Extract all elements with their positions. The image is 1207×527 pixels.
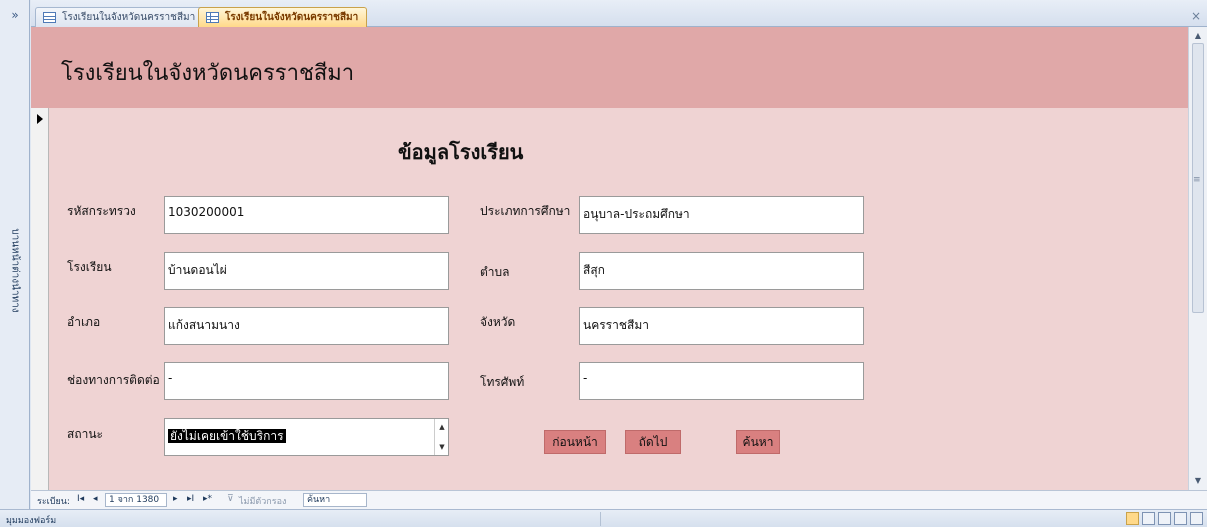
- form-icon: [206, 12, 219, 23]
- tab-table-schools[interactable]: โรงเรียนในจังหวัดนครราชสีมา: [35, 7, 205, 27]
- search-button[interactable]: ค้นหา: [736, 430, 780, 454]
- close-tab-button[interactable]: ×: [1191, 9, 1201, 23]
- contact-field[interactable]: -: [164, 362, 449, 400]
- new-record-button[interactable]: ▸*: [203, 494, 212, 504]
- vertical-scrollbar[interactable]: ▲ ≡ ▼: [1188, 27, 1207, 490]
- district-field[interactable]: แก้งสนามนาง: [164, 307, 449, 345]
- tab-form-schools[interactable]: โรงเรียนในจังหวัดนครราชสีมา: [198, 7, 368, 27]
- scroll-up-icon[interactable]: ▲: [435, 423, 448, 431]
- status-scroll[interactable]: ▲ ▼: [434, 419, 448, 455]
- phone-label: โทรศัพท์: [480, 375, 525, 389]
- filter-icon: ⊽: [227, 494, 234, 504]
- status-bar: มุมมองฟอร์ม: [0, 509, 1207, 527]
- first-record-button[interactable]: I◂: [77, 494, 84, 504]
- tab-label: โรงเรียนในจังหวัดนครราชสีมา: [225, 12, 359, 23]
- district-label: อำเภอ: [67, 315, 101, 329]
- next-button[interactable]: ถัดไป: [625, 430, 681, 454]
- status-combo[interactable]: ยังไม่เคยเข้าใช้บริการ ▲ ▼: [164, 418, 449, 456]
- status-text: มุมมองฟอร์ม: [6, 516, 57, 526]
- form-view-icon[interactable]: [1126, 512, 1139, 525]
- form-header-title: โรงเรียนในจังหวัดนครราชสีมา: [61, 61, 355, 86]
- scrollbar-grip-icon: ≡: [1193, 175, 1201, 185]
- scroll-down-icon[interactable]: ▼: [435, 443, 448, 451]
- access-window: » บานหน้าต่างนำทาง โรงเรียนในจังหวัดนครร…: [0, 0, 1207, 527]
- ministry-code-label: รหัสกระทรวง: [67, 204, 136, 218]
- form-header: โรงเรียนในจังหวัดนครราชสีมา: [31, 27, 1188, 108]
- nav-pane-toggle-button[interactable]: »: [6, 8, 24, 22]
- education-type-label: ประเภทการศึกษา: [480, 204, 571, 218]
- contact-label: ช่องทางการติดต่อ: [67, 373, 160, 387]
- nav-pane-label-container[interactable]: บานหน้าต่างนำทาง: [2, 200, 28, 340]
- tab-label: โรงเรียนในจังหวัดนครราชสีมา: [62, 12, 196, 23]
- record-nav-label: ระเบียน:: [37, 497, 70, 507]
- design-view-icon[interactable]: [1190, 512, 1203, 525]
- last-record-button[interactable]: ▸I: [187, 494, 194, 504]
- current-record-arrow-icon: [37, 114, 43, 124]
- print-view-icon[interactable]: [1174, 512, 1187, 525]
- scroll-up-arrow-icon[interactable]: ▲: [1191, 29, 1205, 43]
- record-navigator: ระเบียน: I◂ ◂ 1 จาก 1380 ▸ ▸I ▸* ⊽ ไม่มี…: [31, 490, 1207, 509]
- section-title: ข้อมูลโรงเรียน: [398, 140, 524, 164]
- status-divider: [600, 512, 601, 526]
- scroll-down-arrow-icon[interactable]: ▼: [1191, 474, 1205, 488]
- province-field[interactable]: นครราชสีมา: [579, 307, 864, 345]
- province-label: จังหวัด: [480, 315, 516, 329]
- filter-status[interactable]: ไม่มีตัวกรอง: [239, 494, 286, 508]
- record-search-input[interactable]: ค้นหา: [303, 493, 367, 507]
- subdistrict-field[interactable]: สีสุก: [579, 252, 864, 290]
- datasheet-view-icon[interactable]: [1142, 512, 1155, 525]
- form-view: โรงเรียนในจังหวัดนครราชสีมา ข้อมูลโรงเรี…: [31, 27, 1188, 490]
- status-label: สถานะ: [67, 427, 103, 441]
- view-switcher: [1126, 512, 1203, 525]
- form-detail-section: ข้อมูลโรงเรียน รหัสกระทรวง 1030200001 โร…: [50, 108, 1188, 490]
- school-field[interactable]: บ้านดอนไผ่: [164, 252, 449, 290]
- subdistrict-label: ตำบล: [480, 265, 510, 279]
- education-type-field[interactable]: อนุบาล-ประถมศึกษา: [579, 196, 864, 234]
- navigation-pane: » บานหน้าต่างนำทาง: [0, 0, 30, 509]
- next-record-button[interactable]: ▸: [173, 494, 178, 504]
- prev-record-button[interactable]: ◂: [93, 494, 98, 504]
- document-tab-strip: โรงเรียนในจังหวัดนครราชสีมา โรงเรียนในจั…: [31, 0, 1207, 27]
- ministry-code-field[interactable]: 1030200001: [164, 196, 449, 234]
- school-label: โรงเรียน: [67, 260, 112, 274]
- record-position-input[interactable]: 1 จาก 1380: [105, 493, 167, 507]
- phone-field[interactable]: -: [579, 362, 864, 400]
- layout-view-icon[interactable]: [1158, 512, 1171, 525]
- status-value: ยังไม่เคยเข้าใช้บริการ: [168, 429, 286, 443]
- record-selector[interactable]: [31, 108, 49, 490]
- previous-button[interactable]: ก่อนหน้า: [544, 430, 606, 454]
- nav-pane-label: บานหน้าต่างนำทาง: [9, 227, 21, 313]
- table-icon: [43, 12, 56, 23]
